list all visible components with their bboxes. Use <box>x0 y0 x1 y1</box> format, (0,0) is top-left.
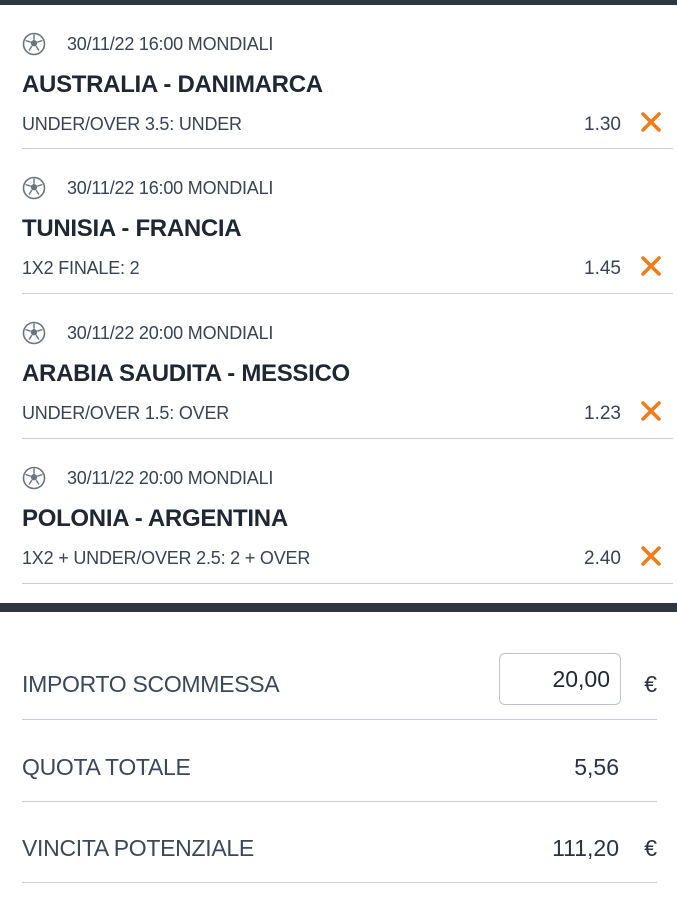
bet-match: POLONIA - ARGENTINA <box>22 505 288 532</box>
bet-amount-label: IMPORTO SCOMMESSA <box>22 671 280 697</box>
bet-odd: 1.30 <box>584 114 621 135</box>
bet-market: UNDER/OVER 3.5: UNDER <box>22 114 242 134</box>
bet-datetime: 30/11/22 16:00 <box>67 177 183 198</box>
potential-win-row: VINCITA POTENZIALE 111,20 € <box>22 802 657 883</box>
bet-amount-input[interactable] <box>499 653 621 705</box>
close-icon[interactable] <box>637 108 665 136</box>
soccer-ball-icon <box>22 176 46 200</box>
close-icon[interactable] <box>637 542 665 570</box>
bet-slip-list: 30/11/22 16:00 MONDIALI AUSTRALIA - DANI… <box>0 5 677 584</box>
soccer-ball-icon <box>22 466 46 490</box>
bet-datetime: 30/11/22 20:00 <box>67 322 183 343</box>
total-odds-value: 5,56 <box>574 754 619 780</box>
bet-item: 30/11/22 16:00 MONDIALI TUNISIA - FRANCI… <box>22 149 673 294</box>
bet-summary: IMPORTO SCOMMESSA € QUOTA TOTALE 5,56 VI… <box>0 612 677 883</box>
total-odds-label: QUOTA TOTALE <box>22 754 191 780</box>
total-odds-row: QUOTA TOTALE 5,56 <box>22 720 657 802</box>
bet-odd: 1.23 <box>584 403 621 424</box>
bet-match: ARABIA SAUDITA - MESSICO <box>22 360 350 387</box>
close-icon[interactable] <box>637 252 665 280</box>
bet-meta: 30/11/22 16:00 MONDIALI <box>22 32 273 56</box>
bet-meta: 30/11/22 20:00 MONDIALI <box>22 466 273 490</box>
bet-item: 30/11/22 20:00 MONDIALI POLONIA - ARGENT… <box>22 439 673 584</box>
bet-market: 1X2 + UNDER/OVER 2.5: 2 + OVER <box>22 548 311 568</box>
bet-competition: MONDIALI <box>187 33 274 54</box>
bet-competition: MONDIALI <box>187 177 274 198</box>
bet-market: 1X2 FINALE: 2 <box>22 258 140 278</box>
bet-amount-row: IMPORTO SCOMMESSA € <box>22 612 657 720</box>
potential-win-label: VINCITA POTENZIALE <box>22 835 254 861</box>
bet-market: UNDER/OVER 1.5: OVER <box>22 403 230 423</box>
soccer-ball-icon <box>22 321 46 345</box>
bet-datetime: 30/11/22 16:00 <box>67 33 183 54</box>
bet-meta: 30/11/22 20:00 MONDIALI <box>22 321 273 345</box>
bet-meta: 30/11/22 16:00 MONDIALI <box>22 176 273 200</box>
bet-item: 30/11/22 20:00 MONDIALI ARABIA SAUDITA -… <box>22 294 673 439</box>
close-icon[interactable] <box>637 397 665 425</box>
bet-match: TUNISIA - FRANCIA <box>22 215 242 242</box>
currency-symbol: € <box>644 671 657 697</box>
section-divider-bar <box>0 603 677 612</box>
bet-odd: 2.40 <box>584 548 621 569</box>
currency-symbol: € <box>644 835 657 861</box>
bet-datetime: 30/11/22 20:00 <box>67 467 183 488</box>
soccer-ball-icon <box>22 32 46 56</box>
bet-item: 30/11/22 16:00 MONDIALI AUSTRALIA - DANI… <box>22 5 673 149</box>
potential-win-value: 111,20 <box>552 835 619 861</box>
bet-competition: MONDIALI <box>187 467 274 488</box>
bet-competition: MONDIALI <box>187 322 274 343</box>
bet-odd: 1.45 <box>584 258 621 279</box>
bet-match: AUSTRALIA - DANIMARCA <box>22 71 323 98</box>
